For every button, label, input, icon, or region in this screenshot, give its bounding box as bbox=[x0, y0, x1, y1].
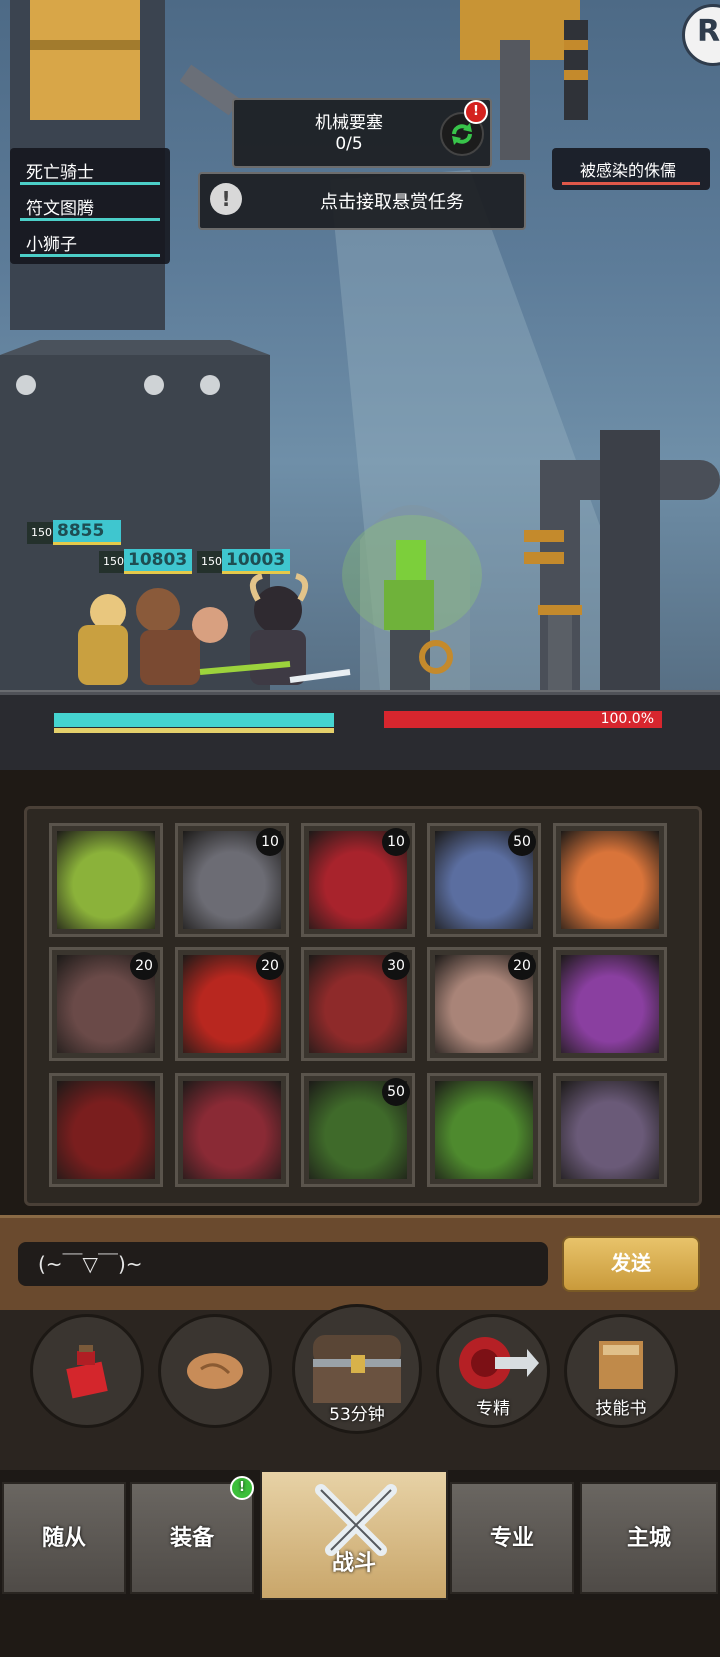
skill-slot[interactable] bbox=[553, 823, 667, 937]
battle-scene: R 死亡骑士 符文图腾 小狮子 机械要塞 0/5 ! ! 点击接取悬赏任务 被感… bbox=[0, 0, 720, 770]
battle-hp-hud: 100.0% bbox=[0, 692, 720, 770]
tab-profession[interactable]: 专业 bbox=[450, 1482, 574, 1594]
action-bar: 53分钟 专精 技能书 bbox=[0, 1304, 720, 1470]
skill-slot[interactable]: 20 bbox=[49, 947, 163, 1061]
horned-helm-icon bbox=[57, 1081, 155, 1179]
party-member-0[interactable]: 死亡骑士 bbox=[10, 152, 170, 188]
skill-count-badge: 10 bbox=[382, 828, 410, 856]
red-potion-icon bbox=[66, 1345, 108, 1399]
party-member-1[interactable]: 符文图腾 bbox=[10, 188, 170, 224]
specialization-button[interactable]: 专精 bbox=[436, 1314, 550, 1428]
quest-panel[interactable]: 机械要塞 0/5 ! bbox=[232, 98, 492, 168]
team-hp-bar bbox=[54, 713, 334, 727]
unit-hp: 10803 bbox=[124, 549, 192, 574]
skill-slot[interactable] bbox=[49, 1073, 163, 1187]
skill-count-badge: 20 bbox=[256, 952, 284, 980]
quest-progress: 0/5 bbox=[335, 134, 363, 154]
skill-slot[interactable] bbox=[553, 947, 667, 1061]
skill-slot[interactable] bbox=[427, 1073, 541, 1187]
potion-button[interactable] bbox=[30, 1314, 144, 1428]
skill-count-badge: 50 bbox=[508, 828, 536, 856]
send-button[interactable]: 发送 bbox=[562, 1236, 700, 1292]
skill-count-badge: 30 bbox=[382, 952, 410, 980]
party-member-name: 小狮子 bbox=[26, 235, 77, 255]
bounty-label: 点击接取悬赏任务 bbox=[320, 192, 464, 213]
bread-button[interactable] bbox=[158, 1314, 272, 1428]
skillbook-label: 技能书 bbox=[595, 1399, 647, 1419]
skill-slot[interactable]: 50 bbox=[301, 1073, 415, 1187]
bottom-nav: 随从 装备 ! 战斗 专业 主城 bbox=[0, 1470, 720, 1600]
party-member-2[interactable]: 小狮子 bbox=[10, 224, 170, 260]
purple-demon-icon bbox=[561, 955, 659, 1053]
tab-main-city[interactable]: 主城 bbox=[580, 1482, 718, 1594]
chest-timer: 53分钟 bbox=[329, 1405, 385, 1425]
specialization-label: 专精 bbox=[476, 1399, 510, 1419]
skill-count-badge: 50 bbox=[382, 1078, 410, 1106]
tab-followers[interactable]: 随从 bbox=[2, 1482, 126, 1594]
golden-rune-icon bbox=[561, 831, 659, 929]
unit-hp: 8855 bbox=[53, 520, 121, 545]
quest-alert-badge: ! bbox=[464, 100, 488, 124]
equipment-alert-badge: ! bbox=[230, 1476, 254, 1500]
skill-count-badge: 10 bbox=[256, 828, 284, 856]
skill-slot[interactable] bbox=[553, 1073, 667, 1187]
chat-bar: (~￣▽￣)~ 发送 bbox=[0, 1215, 720, 1313]
plague-mask-icon bbox=[57, 831, 155, 929]
skill-count-badge: 20 bbox=[508, 952, 536, 980]
enemy-target[interactable]: 被感染的侏儒 bbox=[552, 148, 710, 190]
treasure-chest-button[interactable]: 53分钟 bbox=[292, 1304, 422, 1434]
skill-count-badge: 20 bbox=[130, 952, 158, 980]
skill-slot[interactable]: 30 bbox=[301, 947, 415, 1061]
tab-equipment-label: 装备 bbox=[169, 1526, 214, 1551]
skull-pile-icon bbox=[561, 1081, 659, 1179]
zombie-icon bbox=[435, 1081, 533, 1179]
party-member-hp-bar bbox=[20, 182, 160, 185]
exclamation-icon: ! bbox=[210, 183, 242, 215]
team-energy-bar bbox=[54, 728, 334, 733]
tab-battle[interactable]: 战斗 bbox=[260, 1470, 448, 1600]
skill-slot[interactable]: 20 bbox=[427, 947, 541, 1061]
bread-icon bbox=[187, 1353, 243, 1389]
quest-name: 机械要塞 bbox=[315, 113, 383, 133]
skill-slot[interactable] bbox=[175, 1073, 289, 1187]
unit-level: 150 bbox=[27, 522, 56, 544]
tab-equipment[interactable]: 装备 ! bbox=[130, 1476, 254, 1594]
quest-refresh-button[interactable]: ! bbox=[440, 100, 488, 156]
skillbook-button[interactable]: 技能书 bbox=[564, 1314, 678, 1428]
boss-hp-percent: 100.0% bbox=[600, 711, 654, 727]
boss-hp-bar: 100.0% bbox=[384, 711, 662, 728]
party-member-hp-bar bbox=[20, 254, 160, 257]
party-list: 死亡骑士 符文图腾 小狮子 bbox=[10, 148, 170, 264]
party-member-name: 符文图腾 bbox=[26, 199, 94, 219]
skill-slot[interactable]: 10 bbox=[301, 823, 415, 937]
skill-slot[interactable]: 20 bbox=[175, 947, 289, 1061]
skill-slot[interactable] bbox=[49, 823, 163, 937]
fire-heart-icon bbox=[183, 1081, 281, 1179]
skill-grid: 10 10 50 20 20 30 20 50 bbox=[24, 806, 702, 1206]
bounty-task-button[interactable]: ! 点击接取悬赏任务 bbox=[198, 172, 526, 230]
skill-slot[interactable]: 50 bbox=[427, 823, 541, 937]
skill-slot[interactable]: 10 bbox=[175, 823, 289, 937]
party-member-name: 死亡骑士 bbox=[26, 163, 94, 183]
enemy-hp-bar bbox=[562, 182, 700, 185]
unit-hp: 10003 bbox=[222, 549, 290, 574]
refresh-icon bbox=[452, 123, 472, 145]
crossed-swords-icon bbox=[315, 1484, 397, 1556]
chat-input[interactable]: (~￣▽￣)~ bbox=[18, 1242, 548, 1286]
enemy-name: 被感染的侏儒 bbox=[580, 161, 677, 180]
party-member-hp-bar bbox=[20, 218, 160, 221]
